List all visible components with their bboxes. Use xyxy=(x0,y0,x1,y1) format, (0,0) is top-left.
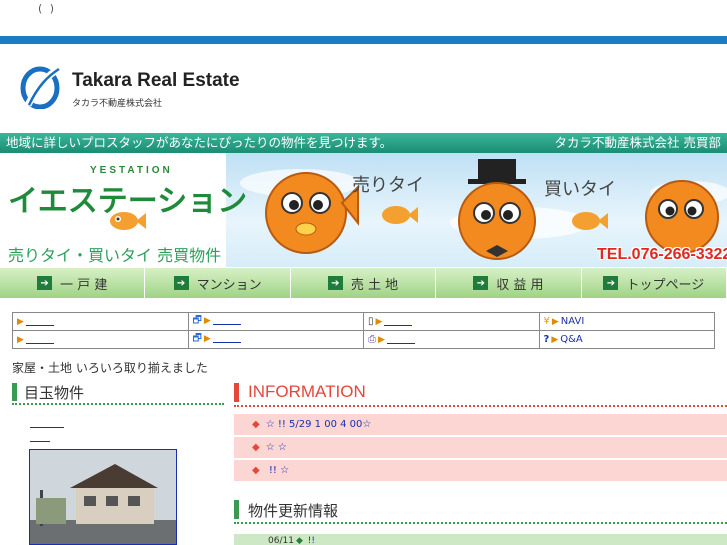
fish-mascot-icon xyxy=(645,180,719,254)
quick-link-cell: 🗗 ▶ xyxy=(187,312,364,331)
quick-links-table: ▶ 🗗 ▶ ▯ ▶ ¥ ▶ NAVI ▶ 🗗 ▶ ⎙ ▶ ? ▶ Q&A xyxy=(12,312,715,349)
featured-property-photo[interactable] xyxy=(29,449,177,545)
quick-link[interactable] xyxy=(386,334,415,344)
window-icon: 🗗 xyxy=(192,333,202,344)
news-link[interactable]: ☆ ☆ xyxy=(266,442,287,453)
quick-link[interactable] xyxy=(212,333,241,343)
quick-link[interactable] xyxy=(25,334,54,344)
quick-link-cell: ▶ xyxy=(12,330,189,349)
yestation-label: YESTATION xyxy=(90,165,173,176)
tagline-bar: 地域に詳しいプロスタッフがあなたにぴったりの物件を見つけます。 タカラ不動産株式… xyxy=(0,133,727,153)
featured-property-link[interactable] xyxy=(30,434,50,442)
section-marker xyxy=(234,500,239,519)
banner-buy-label: 買いタイ xyxy=(544,179,616,200)
nav-label: 一 戸 建 xyxy=(60,277,108,293)
featured-section-header: 目玉物件 xyxy=(12,381,224,405)
yen-icon: ¥ xyxy=(543,316,550,327)
printer-icon: ⎙ xyxy=(368,334,376,345)
quick-link-cell: ⎙ ▶ xyxy=(363,330,540,349)
triangle-right-icon: ▶ xyxy=(203,334,211,344)
quick-link-cell: ¥ ▶ NAVI xyxy=(538,312,715,331)
triangle-right-icon: ▶ xyxy=(551,317,559,327)
quick-link-cell: 🗗 ▶ xyxy=(187,330,364,349)
update-item: 06/11 ◆ !! xyxy=(234,534,727,545)
arrow-right-icon: ➔ xyxy=(327,276,343,290)
arrow-right-icon: ➔ xyxy=(37,276,53,290)
arrow-right-icon: ➔ xyxy=(173,276,189,290)
triangle-right-icon: ▶ xyxy=(375,317,383,327)
diamond-bullet-icon: ◆ xyxy=(252,419,260,430)
qa-link[interactable]: Q&A xyxy=(560,334,583,345)
nav-label: マンション xyxy=(196,277,262,293)
diamond-bullet-icon: ◆ xyxy=(295,536,303,545)
tagline-company: タカラ不動産株式会社 売買部 xyxy=(554,135,721,150)
nav-item-detached-house[interactable]: ➔ 一 戸 建 xyxy=(0,267,146,298)
banner-phone-number: TEL.076-266-3322 xyxy=(597,246,727,263)
small-fish-icon xyxy=(572,212,608,230)
catch-copy: 家屋・土地 いろいろ取り揃えました xyxy=(12,361,208,375)
quick-link-cell: ▯ ▶ xyxy=(363,312,540,331)
banner-description: 売りタイ・買いタイ 売買物件 xyxy=(8,246,222,265)
hero-banner: YESTATION イエステーション 売りタイ・買いタイ 売買物件 売りタイ 買… xyxy=(0,153,727,267)
logo-mark-icon xyxy=(20,65,62,109)
document-icon: ▯ xyxy=(368,316,374,327)
logo-company-subtitle: タカラ不動産株式会社 xyxy=(72,99,163,109)
quick-link[interactable] xyxy=(384,316,413,326)
site-logo[interactable]: Takara Real Estate タカラ不動産株式会社 xyxy=(18,62,258,112)
featured-section-title: 目玉物件 xyxy=(24,384,85,402)
nav-item-investment[interactable]: ➔ 収 益 用 xyxy=(436,267,582,298)
triangle-right-icon: ▶ xyxy=(551,335,559,345)
section-marker xyxy=(12,383,17,401)
news-item: ◆ ☆ ☆ xyxy=(234,437,727,458)
triangle-right-icon: ▶ xyxy=(378,335,385,345)
tagline-text: 地域に詳しいプロスタッフがあなたにぴったりの物件を見つけます。 xyxy=(6,135,393,150)
house-photo-image xyxy=(30,450,176,544)
news-item: ◆ !! ☆ xyxy=(234,460,727,481)
news-item: ◆ ☆ !! 5/29 1 00 4 00☆ xyxy=(234,414,727,435)
arrow-right-icon: ➔ xyxy=(473,276,489,290)
featured-property-link[interactable] xyxy=(30,420,64,428)
header-parentheses: ( ) xyxy=(38,2,57,15)
fish-mascot-with-hat-icon xyxy=(458,159,536,260)
information-section-title: INFORMATION xyxy=(248,382,366,401)
updates-section-title: 物件更新情報 xyxy=(248,502,339,520)
diamond-bullet-icon: ◆ xyxy=(252,465,260,476)
news-link[interactable]: !! ☆ xyxy=(266,465,289,476)
nav-item-mansion[interactable]: ➔ マンション xyxy=(145,267,291,298)
update-link[interactable]: !! xyxy=(305,536,315,545)
navi-link[interactable]: NAVI xyxy=(561,316,584,327)
quick-link-cell: ? ▶ Q&A xyxy=(538,330,715,349)
quick-link[interactable] xyxy=(212,315,241,325)
question-icon: ? xyxy=(543,334,550,345)
main-navigation: ➔ 一 戸 建 ➔ マンション ➔ 売 土 地 ➔ 収 益 用 ➔ トップページ xyxy=(0,267,727,298)
updates-section-header: 物件更新情報 xyxy=(234,497,727,524)
information-section-header: INFORMATION xyxy=(234,381,727,407)
logo-company-name: Takara Real Estate xyxy=(72,70,240,91)
window-icon: 🗗 xyxy=(192,315,202,326)
update-date: 06/11 xyxy=(268,536,294,545)
nav-label: トップページ xyxy=(626,277,705,293)
diamond-bullet-icon: ◆ xyxy=(252,442,260,453)
quick-link[interactable] xyxy=(25,316,54,326)
small-fish-icon xyxy=(382,206,418,224)
news-link[interactable]: ☆ !! 5/29 1 00 4 00☆ xyxy=(266,419,372,430)
triangle-right-icon: ▶ xyxy=(17,317,24,327)
quick-link-cell: ▶ xyxy=(12,312,189,331)
top-accent-bar xyxy=(0,36,727,44)
triangle-right-icon: ▶ xyxy=(17,335,24,345)
nav-item-top-page[interactable]: ➔ トップページ xyxy=(581,267,727,298)
triangle-right-icon: ▶ xyxy=(203,316,211,326)
nav-item-land[interactable]: ➔ 売 土 地 xyxy=(290,267,437,298)
banner-sell-label: 売りタイ xyxy=(352,175,424,196)
section-marker xyxy=(234,383,239,402)
nav-label: 売 土 地 xyxy=(350,277,399,293)
arrow-right-icon: ➔ xyxy=(603,276,619,290)
nav-label: 収 益 用 xyxy=(496,277,544,293)
